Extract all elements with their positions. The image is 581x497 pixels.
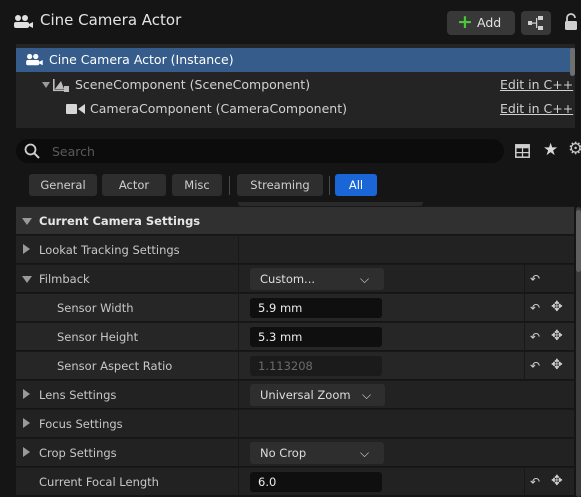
edit-in-cpp-link[interactable]: Edit in C++	[500, 77, 573, 92]
blueprint-button[interactable]	[521, 11, 551, 35]
column-divider	[524, 265, 525, 293]
details-scrollbar-thumb[interactable]	[576, 210, 581, 272]
chevron-down-icon: ⌵	[360, 272, 370, 286]
column-divider	[238, 265, 239, 293]
gear-icon[interactable]: ⚙	[568, 139, 581, 159]
tree-row-label: SceneComponent (SceneComponent)	[75, 77, 311, 92]
chevron-right-icon[interactable]	[23, 418, 30, 428]
tab-divider	[329, 176, 330, 195]
add-component-button[interactable]: + Add	[447, 11, 515, 35]
column-divider	[238, 323, 239, 351]
combo-value: Universal Zoom	[260, 388, 351, 402]
pin-icon[interactable]: ✥	[551, 357, 563, 373]
search-box[interactable]	[16, 139, 504, 163]
tree-scrollbar[interactable]	[570, 48, 575, 76]
lock-icon[interactable]	[563, 13, 579, 31]
panel-title: Cine Camera Actor	[40, 11, 182, 29]
column-divider	[238, 439, 239, 467]
column-divider	[524, 468, 525, 496]
property-label: Current Focal Length	[39, 475, 159, 489]
property-row-sensor-height[interactable]: Sensor Height 5.3 mm ↶ ✥	[16, 322, 574, 351]
filmback-preset-combo[interactable]: Custom... ⌵	[250, 268, 384, 290]
column-divider	[238, 352, 239, 380]
column-divider	[524, 352, 525, 380]
column-divider	[238, 468, 239, 496]
chevron-right-icon[interactable]	[23, 447, 30, 457]
sensor-aspect-ratio-field: 1.113208	[250, 356, 382, 376]
combo-value: No Crop	[260, 446, 307, 460]
column-divider	[238, 236, 239, 264]
column-divider	[524, 323, 525, 351]
category-current-camera-settings[interactable]: Current Camera Settings	[16, 206, 574, 234]
tab-divider	[229, 176, 230, 195]
chevron-down-icon[interactable]	[22, 276, 32, 283]
reset-to-default-icon[interactable]: ↶	[530, 272, 540, 286]
chevron-down-icon[interactable]	[22, 218, 32, 225]
reset-to-default-icon[interactable]: ↶	[530, 330, 540, 344]
property-label: Focus Settings	[39, 417, 123, 431]
tree-row-actor-instance[interactable]: Cine Camera Actor (Instance)	[16, 48, 575, 72]
pin-icon[interactable]: ✥	[551, 328, 563, 344]
actor-icon	[14, 15, 33, 28]
property-row-focus-settings[interactable]: Focus Settings	[16, 409, 574, 438]
focal-length-field[interactable]: 6.0	[250, 472, 382, 492]
property-row-sensor-width[interactable]: Sensor Width 5.9 mm ↶ ✥	[16, 293, 574, 322]
column-divider	[238, 410, 239, 438]
category-label: Current Camera Settings	[39, 214, 201, 228]
actor-icon	[26, 53, 43, 66]
plus-icon: +	[457, 11, 473, 33]
property-label: Sensor Height	[57, 330, 139, 344]
pin-icon[interactable]: ✥	[551, 299, 563, 315]
combo-value: Custom...	[260, 272, 316, 286]
reset-to-default-icon[interactable]: ↶	[530, 359, 540, 373]
tab-actor[interactable]: Actor	[102, 174, 166, 196]
scene-component-icon	[53, 79, 69, 92]
lens-preset-combo[interactable]: Universal Zoom ⌵	[250, 384, 385, 406]
property-label: Lens Settings	[39, 388, 117, 402]
property-row-sensor-aspect-ratio[interactable]: Sensor Aspect Ratio 1.113208 ↶ ✥	[16, 351, 574, 380]
tab-general[interactable]: General	[29, 174, 97, 196]
property-row-lens-settings[interactable]: Lens Settings Universal Zoom ⌵	[16, 380, 574, 409]
tree-row-scene-component[interactable]: SceneComponent (SceneComponent) Edit in …	[16, 73, 575, 97]
property-matrix-icon[interactable]	[515, 144, 530, 158]
edit-in-cpp-link[interactable]: Edit in C++	[500, 101, 573, 116]
sensor-width-field[interactable]: 5.9 mm	[250, 298, 382, 318]
tab-streaming[interactable]: Streaming	[237, 174, 323, 196]
add-button-label: Add	[477, 15, 502, 30]
chevron-down-icon: ⌵	[360, 446, 370, 460]
property-row-lookat[interactable]: Lookat Tracking Settings	[16, 235, 574, 264]
column-divider	[238, 381, 239, 409]
tree-row-camera-component[interactable]: CameraComponent (CameraComponent) Edit i…	[16, 97, 575, 121]
blueprint-icon	[528, 16, 543, 30]
property-label: Crop Settings	[39, 446, 117, 460]
property-label: Lookat Tracking Settings	[39, 243, 180, 257]
tab-misc[interactable]: Misc	[172, 174, 222, 196]
component-tree: Cine Camera Actor (Instance) SceneCompon…	[16, 44, 575, 128]
reset-to-default-icon[interactable]: ↶	[530, 301, 540, 315]
property-label: Filmback	[39, 272, 90, 286]
chevron-down-icon[interactable]	[42, 82, 50, 88]
chevron-down-icon: ⌵	[362, 388, 372, 402]
property-row-crop-settings[interactable]: Crop Settings No Crop ⌵	[16, 438, 574, 467]
search-icon	[24, 143, 40, 159]
sensor-height-field[interactable]: 5.3 mm	[250, 327, 382, 347]
column-divider	[524, 294, 525, 322]
pin-icon[interactable]: ✥	[551, 473, 563, 489]
tree-row-label: CameraComponent (CameraComponent)	[90, 101, 347, 116]
property-row-filmback[interactable]: Filmback Custom... ⌵ ↶	[16, 264, 574, 293]
star-icon[interactable]: ★	[543, 140, 558, 160]
tree-row-label: Cine Camera Actor (Instance)	[49, 52, 234, 67]
chevron-right-icon[interactable]	[23, 389, 30, 399]
chevron-right-icon[interactable]	[23, 244, 30, 254]
crop-preset-combo[interactable]: No Crop ⌵	[250, 442, 384, 464]
column-divider	[238, 294, 239, 322]
search-input[interactable]	[52, 142, 492, 160]
camera-icon	[66, 104, 85, 114]
reset-to-default-icon[interactable]: ↶	[530, 475, 540, 489]
property-grid: Current Camera Settings Lookat Tracking …	[16, 206, 581, 497]
property-label: Sensor Width	[57, 301, 134, 315]
property-label: Sensor Aspect Ratio	[57, 359, 173, 373]
tab-all[interactable]: All	[335, 174, 377, 196]
property-row-current-focal-length[interactable]: Current Focal Length 6.0 ↶ ✥	[16, 467, 574, 496]
